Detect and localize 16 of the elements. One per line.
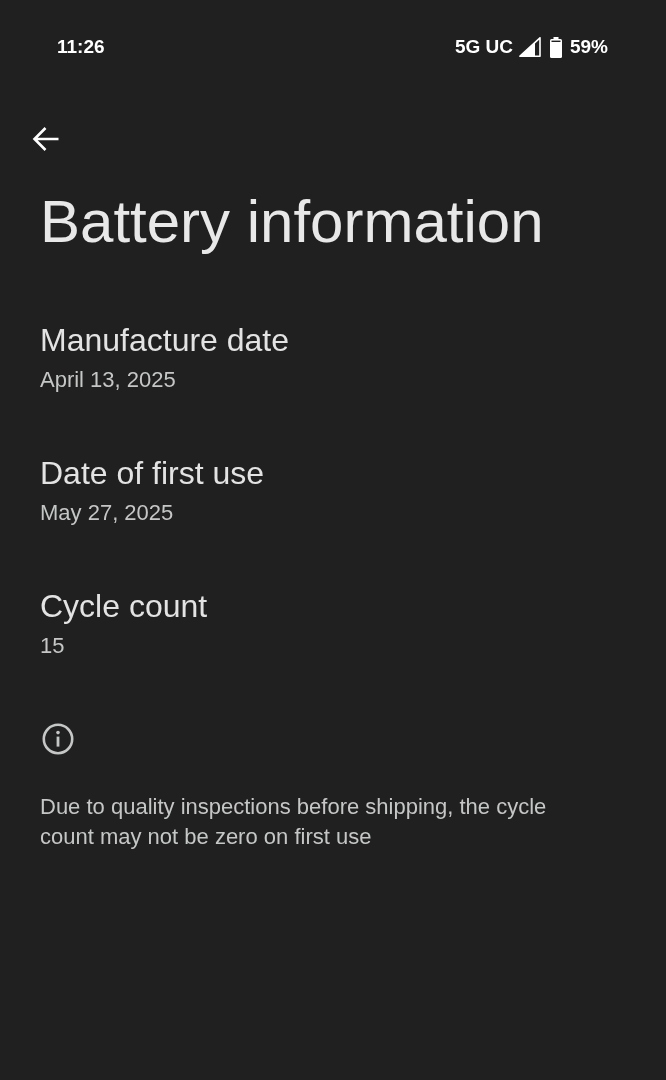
info-value: 15	[40, 632, 65, 661]
signal-icon	[518, 37, 541, 57]
battery-percent: 59%	[569, 36, 608, 58]
info-value: May 27, 2025	[40, 499, 174, 528]
back-arrow-icon	[32, 126, 60, 152]
battery-icon	[549, 36, 562, 58]
back-button[interactable]	[32, 126, 60, 152]
status-time: 11:26	[57, 36, 105, 58]
network-label: 5G UC	[454, 36, 513, 58]
info-label: Date of first use	[40, 453, 265, 493]
info-value: April 13, 2025	[40, 366, 176, 395]
info-label: Cycle count	[40, 586, 208, 626]
info-icon	[42, 723, 74, 756]
info-label: Manufacture date	[40, 320, 290, 360]
cycle-count-note: Due to quality inspections before shipping, the cycle count may not be zero on first use	[40, 793, 548, 852]
page-title: Battery information	[40, 187, 545, 257]
